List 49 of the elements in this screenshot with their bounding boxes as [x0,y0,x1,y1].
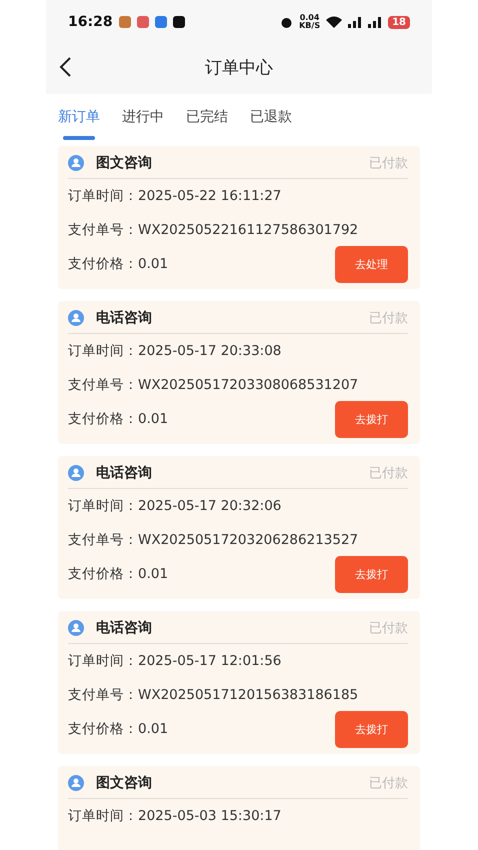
order-type: 电话咨询 [96,309,153,327]
payment-number: 支付单号：WX20250522161127586301792 [68,221,358,239]
signal-icon [368,16,382,28]
app-icon [136,16,149,28]
order-time: 订单时间：2025-05-22 16:11:27 [68,187,282,205]
app-icon [154,16,167,28]
tab[interactable]: 进行中 [122,108,164,140]
order-type: 电话咨询 [96,464,153,482]
speed-unit: KB/S [299,22,320,30]
user-avatar-icon [68,620,84,636]
signal-icon [348,16,362,28]
user-avatar-icon [68,775,84,791]
order-time: 订单时间：2025-05-17 12:01:56 [68,652,282,670]
payment-number: 支付单号：WX20250517120156383186185 [68,686,358,704]
network-speed: 0.04 [300,14,320,22]
tab[interactable]: 新订单 [58,108,100,140]
payment-price: 支付价格：0.01 [68,255,168,273]
order-time: 订单时间：2025-05-17 20:33:08 [68,342,282,360]
action-button[interactable]: 去拨打 [335,556,408,592]
tab[interactable]: 已完结 [186,108,228,140]
status-time: 16:28 [68,14,113,30]
payment-status: 已付款 [369,310,408,327]
payment-status: 已付款 [369,155,408,172]
payment-price: 支付价格：0.01 [68,410,168,428]
app-icon [118,16,131,28]
order-type: 图文咨询 [96,774,153,792]
app-icon [172,16,185,28]
page-title: 订单中心 [205,56,273,78]
user-avatar-icon [68,465,84,481]
order-type: 图文咨询 [96,154,153,172]
action-button[interactable]: 去处理 [335,246,408,282]
order-type: 电话咨询 [96,619,153,637]
payment-price: 支付价格：0.01 [68,565,168,583]
payment-status: 已付款 [369,620,408,637]
payment-status: 已付款 [369,775,408,792]
battery-level: 18 [388,16,410,28]
user-avatar-icon [68,155,84,171]
wifi-icon [326,16,342,28]
back-icon [58,56,72,78]
user-avatar-icon [68,310,84,326]
tab[interactable]: 已退款 [250,108,292,140]
order-time: 订单时间：2025-05-17 20:32:06 [68,497,282,515]
payment-number: 支付单号：WX20250517203206286213527 [68,531,358,549]
payment-price: 支付价格：0.01 [68,720,168,738]
payment-status: 已付款 [369,465,408,482]
payment-number: 支付单号：WX20250517203308068531207 [68,376,358,394]
action-button[interactable]: 去拨打 [335,710,408,748]
action-button[interactable]: 去拨打 [335,400,408,438]
order-time: 订单时间：2025-05-03 15:30:17 [68,807,282,825]
